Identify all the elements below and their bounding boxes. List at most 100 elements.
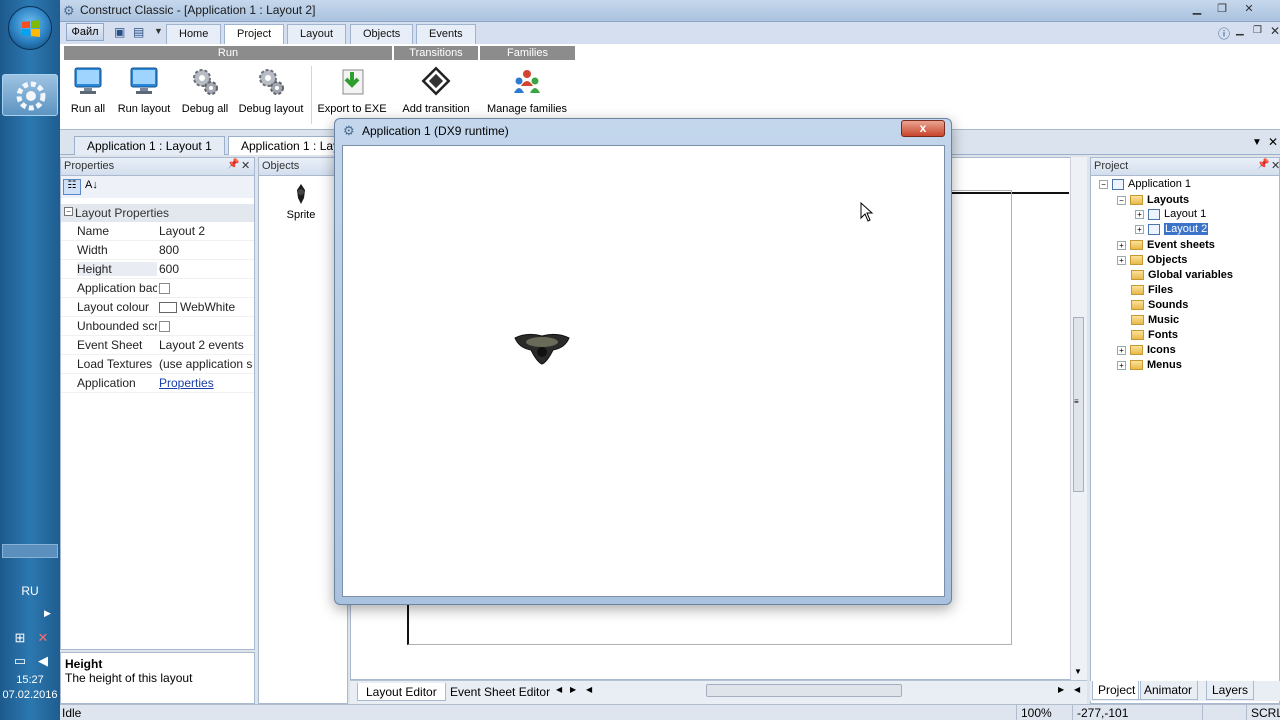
hscroll-left-icon[interactable]: ◀ (586, 685, 592, 694)
tree-node-application[interactable]: − Application 1 (1099, 178, 1191, 190)
debug-layout-button[interactable]: Debug layout (236, 66, 306, 130)
clock-time[interactable]: 15:27 (0, 674, 60, 686)
tab-scroll-right-icon[interactable]: ▶ (570, 685, 576, 694)
monitor-icon[interactable]: ▭ (12, 653, 28, 669)
collapse-icon[interactable]: − (1117, 195, 1126, 205)
file-menu-button[interactable]: Файл (66, 23, 104, 41)
debug-all-button[interactable]: Debug all (178, 66, 232, 130)
application-properties-link[interactable]: Properties (159, 376, 214, 390)
tree-node-menus[interactable]: + Menus (1117, 359, 1182, 371)
collapse-icon[interactable]: − (1099, 179, 1108, 189)
tab-layers[interactable]: Layers (1206, 681, 1255, 700)
tab-layout-editor[interactable]: Layout Editor (357, 683, 446, 701)
app-icon: ⚙ (63, 3, 75, 18)
windows-tray-icon[interactable]: ⊞ (12, 630, 28, 646)
expand-icon[interactable]: + (1117, 360, 1126, 370)
bat-sprite[interactable] (513, 332, 571, 366)
speaker-icon[interactable]: ◀ (35, 653, 51, 669)
categorized-view-icon[interactable]: ☷ (63, 179, 81, 195)
vscroll-down-icon[interactable]: ▼ (1074, 667, 1082, 676)
sprite-object[interactable]: Sprite (283, 182, 319, 221)
tree-node-sounds[interactable]: Sounds (1131, 299, 1188, 311)
editor-vertical-scrollbar[interactable]: ≡ ▼ (1070, 157, 1087, 680)
tab-project-panel[interactable]: Project (1092, 681, 1142, 700)
tab-animator[interactable]: Animator (1138, 681, 1199, 700)
expand-icon[interactable]: + (1117, 240, 1126, 250)
colour-swatch[interactable] (159, 302, 177, 314)
expand-icon[interactable]: + (1117, 345, 1126, 355)
doc-tab-layout-2[interactable]: Application 1 : Lay (228, 136, 338, 155)
app-background-checkbox[interactable] (159, 283, 170, 295)
ribbon-close-icon[interactable]: ✕ (1270, 24, 1280, 38)
property-row-application-background[interactable]: Application bac (61, 279, 254, 298)
taskbar-scroller[interactable] (2, 544, 58, 558)
property-row-load-textures[interactable]: Load Textures (use application se (61, 355, 254, 374)
project-close-icon[interactable]: ✕ (1271, 159, 1280, 172)
hscroll-thumb[interactable] (706, 684, 902, 697)
taskbar-construct-app[interactable] (2, 74, 58, 116)
language-indicator[interactable]: RU (0, 584, 60, 598)
unbounded-scroll-checkbox[interactable] (159, 321, 170, 333)
run-all-button[interactable]: Run all (66, 66, 110, 130)
tab-layout[interactable]: Layout (287, 24, 347, 44)
hscroll-end-icon[interactable]: ◀ (1074, 685, 1080, 694)
minimize-icon[interactable]: ▁ (1188, 2, 1206, 18)
layout-properties-group[interactable]: − Layout Properties (61, 204, 254, 222)
quick-access-dropdown-icon[interactable]: ▼ (154, 26, 163, 36)
clock-date[interactable]: 07.02.2016 (0, 689, 60, 701)
doc-tabs-close-icon[interactable]: ✕ (1268, 135, 1278, 149)
expand-icon[interactable]: + (1135, 224, 1144, 234)
network-error-icon[interactable]: ✕ (35, 630, 51, 646)
doc-tabs-dropdown-icon[interactable]: ▼ (1252, 137, 1262, 148)
property-row-unbounded-scrolling[interactable]: Unbounded scr (61, 317, 254, 336)
tab-project[interactable]: Project (224, 24, 285, 45)
run-layout-button[interactable]: Run layout (114, 66, 174, 130)
help-icon[interactable]: ⓘ (1218, 25, 1230, 42)
tree-node-layouts[interactable]: − Layouts (1117, 194, 1189, 206)
tab-home[interactable]: Home (166, 24, 222, 44)
property-row-application[interactable]: Application Properties (61, 374, 254, 393)
restore-icon[interactable]: ❐ (1213, 2, 1231, 18)
collapse-icon[interactable]: − (64, 207, 73, 216)
property-row-width[interactable]: Width 800 (61, 241, 254, 260)
tree-node-icons[interactable]: + Icons (1117, 344, 1176, 356)
tree-node-layout-2[interactable]: + Layout 2 (1135, 223, 1209, 235)
start-button[interactable] (8, 6, 52, 50)
tab-objects[interactable]: Objects (350, 24, 414, 44)
expand-icon[interactable]: + (1117, 255, 1126, 265)
tree-node-files[interactable]: Files (1131, 284, 1173, 296)
monitor-layout-icon (130, 67, 158, 94)
project-panel: Project 📌 ✕ − Application 1 − Layouts + Lay… (1090, 157, 1280, 704)
tab-event-sheet-editor[interactable]: Event Sheet Editor (442, 683, 558, 701)
pin-icon[interactable]: 📌 (227, 159, 239, 170)
panel-close-icon[interactable]: ✕ (241, 159, 250, 172)
expand-icon[interactable]: + (1135, 209, 1144, 219)
property-row-event-sheet[interactable]: Event Sheet Layout 2 events (61, 336, 254, 355)
properties-header: Properties 📌 ✕ (61, 158, 254, 176)
save-all-icon[interactable]: ▤ (133, 25, 144, 39)
close-icon[interactable]: ✕ (1240, 2, 1258, 18)
tab-events[interactable]: Events (416, 24, 476, 44)
description-title: Height (65, 657, 103, 671)
tree-node-fonts[interactable]: Fonts (1131, 329, 1178, 341)
tray-expand-icon[interactable]: ▶ (44, 608, 51, 619)
save-icon[interactable]: ▣ (114, 25, 125, 39)
ribbon-minimize-icon[interactable]: ▁ (1236, 25, 1244, 36)
tab-scroll-left-icon[interactable]: ◀ (556, 685, 562, 694)
ribbon-restore-icon[interactable]: ❐ (1253, 25, 1262, 36)
tree-node-music[interactable]: Music (1131, 314, 1179, 326)
tree-node-event-sheets[interactable]: + Event sheets (1117, 239, 1215, 251)
runtime-window[interactable]: ⚙ Application 1 (DX9 runtime) x (334, 118, 952, 605)
property-row-name[interactable]: Name Layout 2 (61, 222, 254, 241)
property-row-layout-colour[interactable]: Layout colour WebWhite (61, 298, 254, 317)
sort-alpha-icon[interactable]: A↓ (85, 179, 98, 191)
doc-tab-layout-1[interactable]: Application 1 : Layout 1 (74, 136, 225, 155)
runtime-canvas[interactable] (342, 145, 945, 597)
runtime-close-button[interactable]: x (901, 120, 945, 137)
property-row-height[interactable]: Height 600 (61, 260, 254, 279)
tree-node-global-variables[interactable]: Global variables (1131, 269, 1233, 281)
project-pin-icon[interactable]: 📌 (1257, 159, 1269, 170)
tree-node-layout-1[interactable]: + Layout 1 (1135, 208, 1206, 220)
tree-node-objects[interactable]: + Objects (1117, 254, 1187, 266)
hscroll-right-icon[interactable]: ▶ (1058, 685, 1064, 694)
